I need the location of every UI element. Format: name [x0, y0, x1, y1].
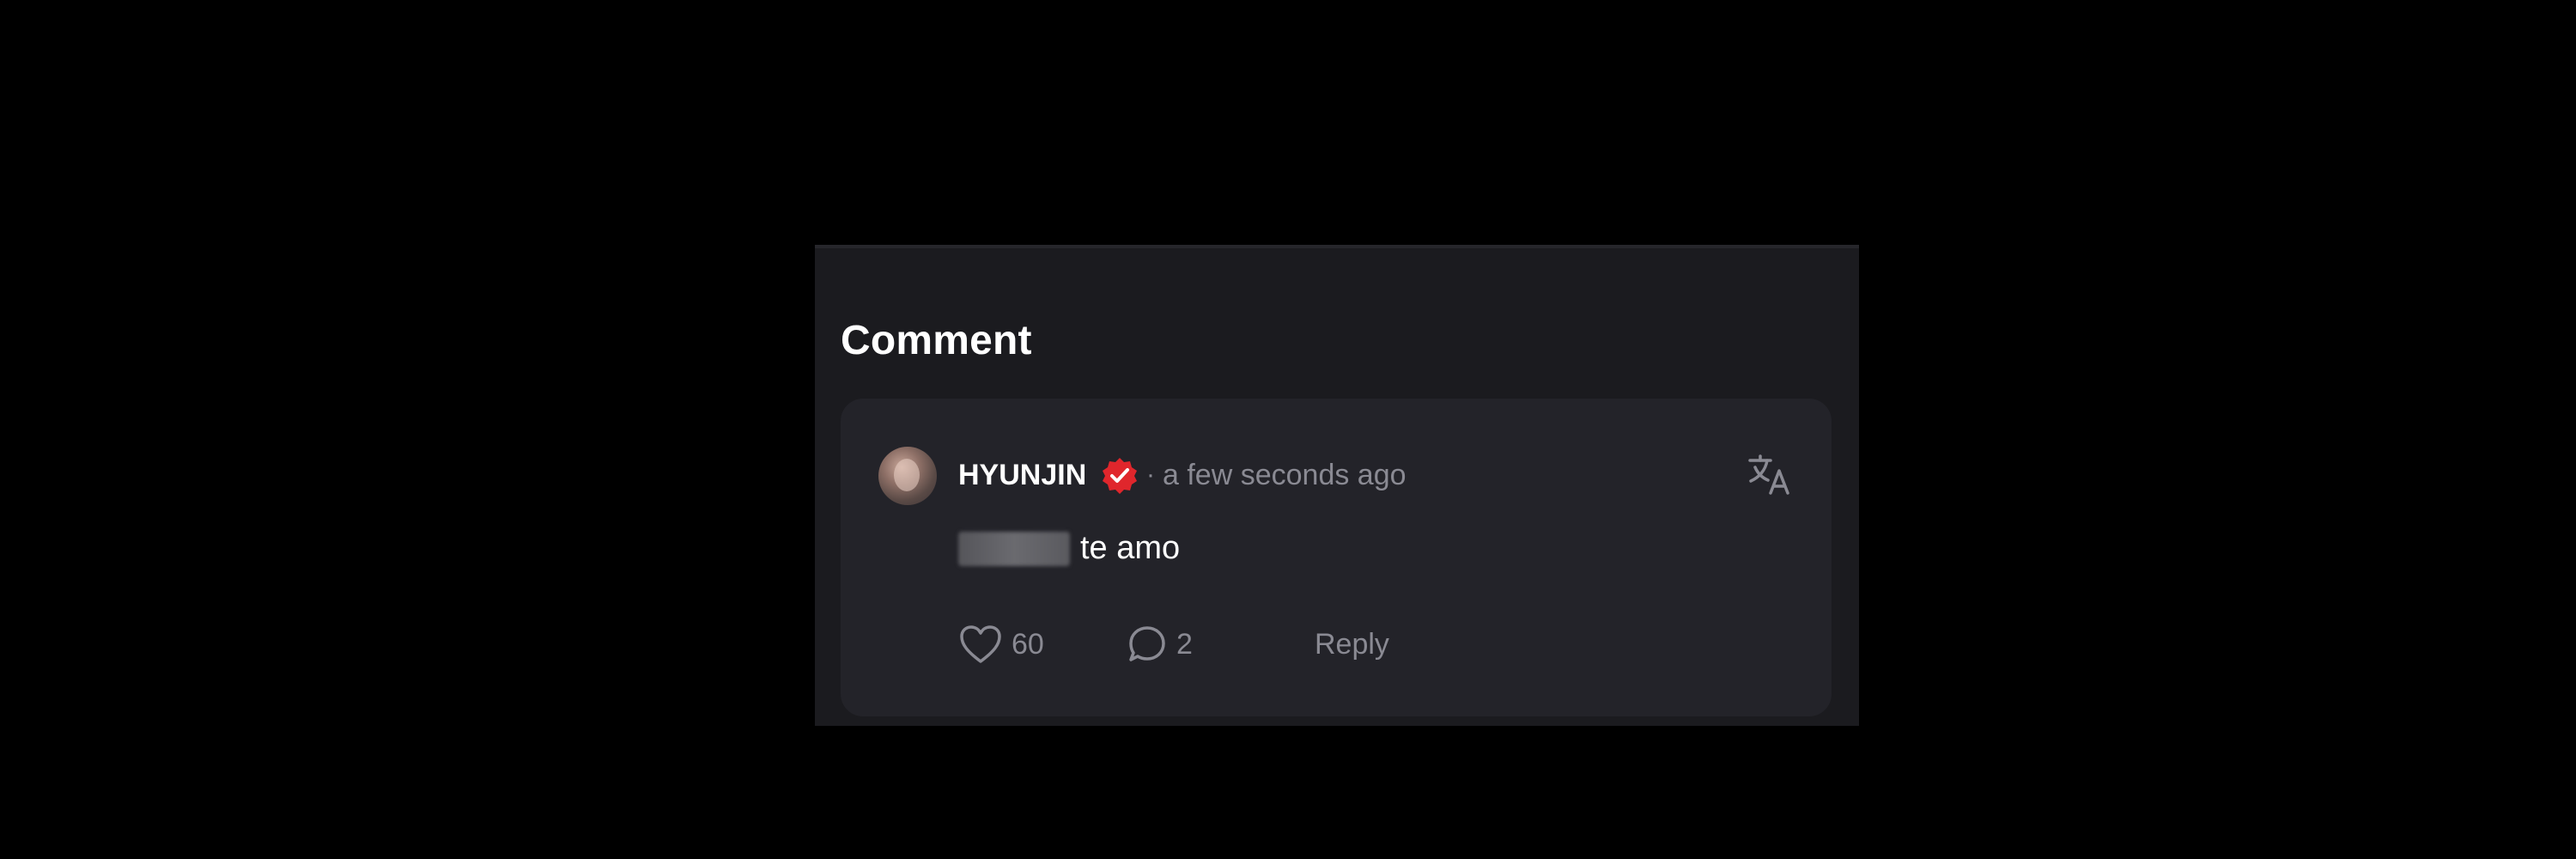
like-count: 60: [1012, 627, 1044, 661]
censored-mention: [958, 532, 1070, 566]
like-button[interactable]: 60: [958, 620, 1044, 668]
username[interactable]: HYUNJIN: [958, 458, 1086, 492]
verified-badge-icon: [1103, 458, 1137, 494]
avatar[interactable]: [878, 447, 937, 505]
speech-bubble-icon: [1129, 626, 1165, 661]
heart-icon: [960, 625, 1001, 663]
meta-separator: ·: [1146, 460, 1155, 489]
replies-button[interactable]: 2: [1127, 620, 1193, 668]
comment-card: HYUNJIN · a few seconds ago te amo 60 2 …: [841, 399, 1832, 716]
translate-icon[interactable]: [1747, 452, 1793, 498]
timestamp: a few seconds ago: [1163, 459, 1406, 491]
comment-text: te amo: [1080, 530, 1181, 566]
reply-button[interactable]: Reply: [1315, 627, 1389, 661]
reply-count: 2: [1176, 627, 1193, 661]
comment-panel: Comment HYUNJIN · a few seconds ago te a…: [815, 245, 1859, 726]
panel-title: Comment: [841, 318, 1032, 363]
